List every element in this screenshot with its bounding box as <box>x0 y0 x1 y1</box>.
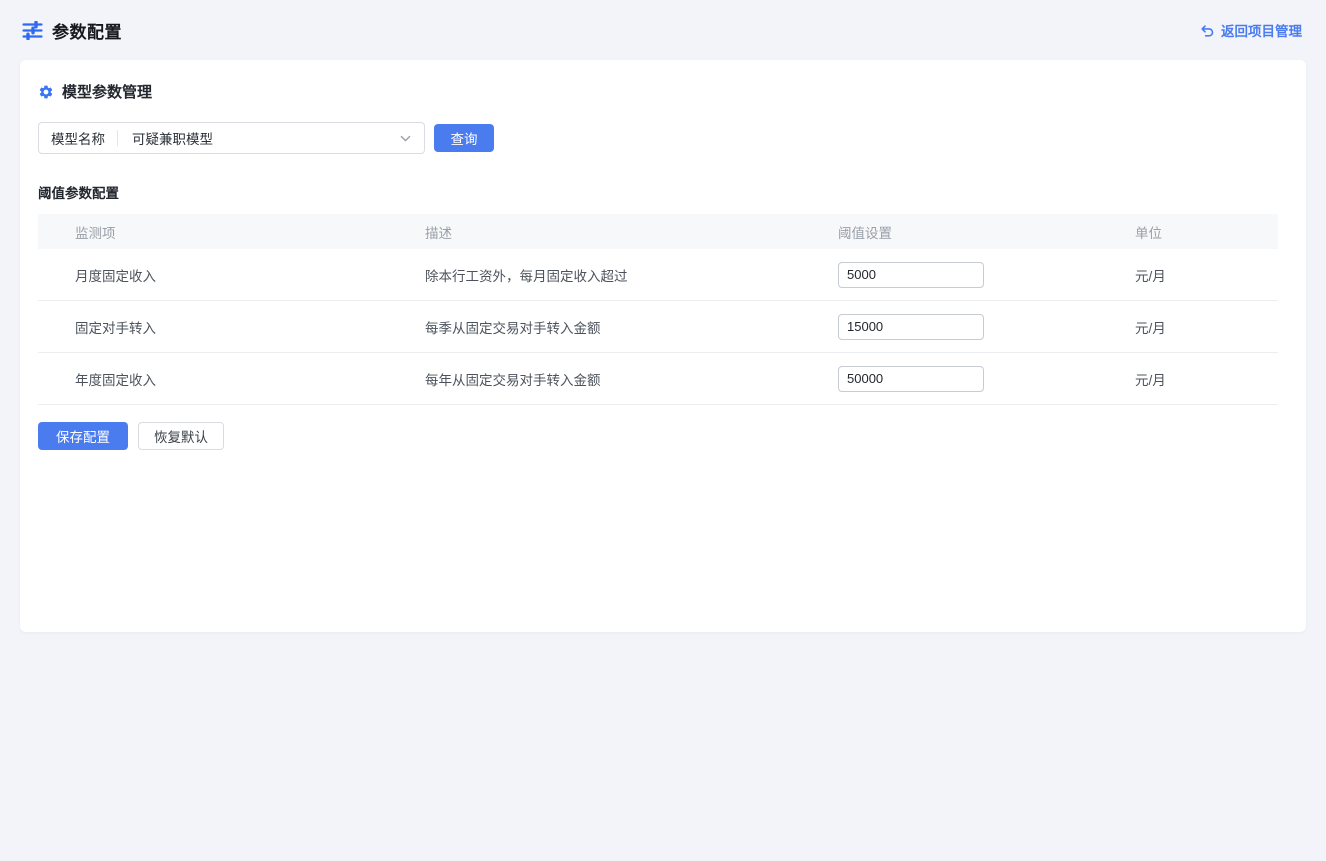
model-name-selected-value: 可疑兼职模型 <box>118 128 399 148</box>
actions-row: 保存配置 恢复默认 <box>38 422 1288 450</box>
save-config-button[interactable]: 保存配置 <box>38 422 128 450</box>
page-title: 参数配置 <box>52 18 122 43</box>
query-button[interactable]: 查询 <box>434 124 494 152</box>
unit-cell: 元/月 <box>1135 265 1278 285</box>
model-name-select[interactable]: 模型名称 可疑兼职模型 <box>38 122 425 154</box>
description-cell: 每季从固定交易对手转入金额 <box>425 317 838 337</box>
chevron-down-icon <box>399 132 412 145</box>
back-link-label: 返回项目管理 <box>1221 20 1302 40</box>
panel-title-row: 模型参数管理 <box>38 81 1288 102</box>
panel-title: 模型参数管理 <box>62 81 152 102</box>
table-row: 年度固定收入 每年从固定交易对手转入金额 元/月 <box>38 353 1278 405</box>
column-header-threshold: 阈值设置 <box>838 222 1135 242</box>
table-row: 月度固定收入 除本行工资外，每月固定收入超过 元/月 <box>38 249 1278 301</box>
description-cell: 每年从固定交易对手转入金额 <box>425 369 838 389</box>
table-row: 固定对手转入 每季从固定交易对手转入金额 元/月 <box>38 301 1278 353</box>
model-name-label: 模型名称 <box>39 128 117 148</box>
restore-default-button[interactable]: 恢复默认 <box>138 422 224 450</box>
top-header: 参数配置 返回项目管理 <box>0 0 1326 60</box>
monitor-item-cell: 固定对手转入 <box>38 317 425 337</box>
threshold-input[interactable] <box>838 314 984 340</box>
back-link[interactable]: 返回项目管理 <box>1200 20 1302 40</box>
table-header-row: 监测项 描述 阈值设置 单位 <box>38 214 1278 249</box>
column-header-unit: 单位 <box>1135 222 1278 242</box>
sliders-icon <box>22 21 43 40</box>
threshold-input[interactable] <box>838 262 984 288</box>
threshold-input[interactable] <box>838 366 984 392</box>
threshold-section-title: 阈值参数配置 <box>38 182 1288 202</box>
column-header-item: 监测项 <box>38 222 425 242</box>
header-left: 参数配置 <box>22 18 122 43</box>
description-cell: 除本行工资外，每月固定收入超过 <box>425 265 838 285</box>
monitor-item-cell: 年度固定收入 <box>38 369 425 389</box>
filter-row: 模型名称 可疑兼职模型 查询 <box>38 122 1288 154</box>
monitor-item-cell: 月度固定收入 <box>38 265 425 285</box>
unit-cell: 元/月 <box>1135 369 1278 389</box>
column-header-desc: 描述 <box>425 222 838 242</box>
gear-icon <box>38 84 54 100</box>
model-parameter-card: 模型参数管理 模型名称 可疑兼职模型 查询 阈值参数配置 监测项 描述 阈值设置… <box>20 60 1306 632</box>
threshold-table: 监测项 描述 阈值设置 单位 月度固定收入 除本行工资外，每月固定收入超过 元/… <box>38 214 1278 405</box>
unit-cell: 元/月 <box>1135 317 1278 337</box>
undo-arrow-icon <box>1200 23 1215 38</box>
